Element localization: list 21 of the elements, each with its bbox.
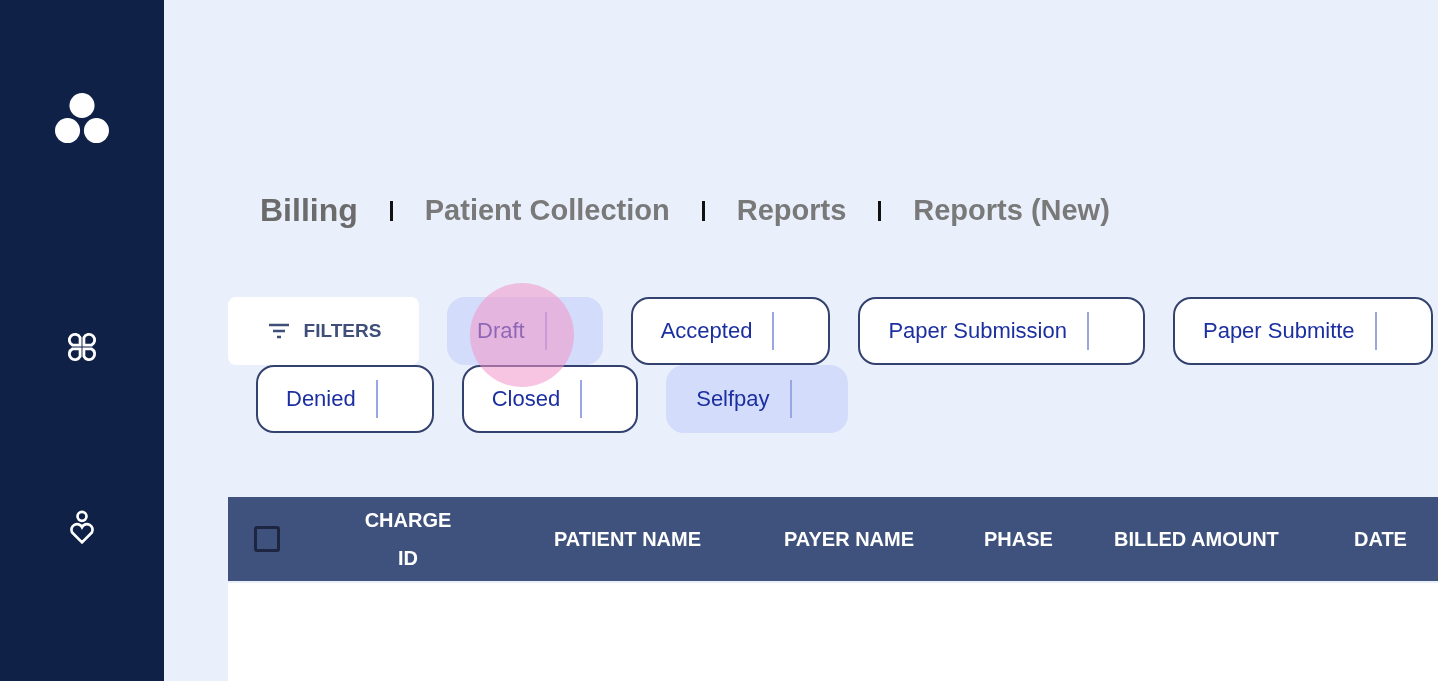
column-header[interactable]: PATIENT NAME xyxy=(554,527,702,551)
logo-icon xyxy=(53,92,111,146)
column-header[interactable]: PAYER NAME xyxy=(784,527,915,551)
nav-tab[interactable]: Billing xyxy=(260,192,358,229)
status-chip[interactable]: Selfpay xyxy=(666,365,848,433)
status-chip[interactable]: Paper Submission xyxy=(858,297,1145,365)
column-header[interactable]: DATE xyxy=(1354,527,1407,551)
nav-tab[interactable]: Reports xyxy=(736,194,847,227)
status-chip[interactable]: Paper Submitte xyxy=(1172,297,1433,365)
column-header[interactable]: BILLED AMOUNT xyxy=(1114,527,1279,551)
nav-tab[interactable]: Patient Collection xyxy=(424,194,670,227)
column-header[interactable]: PHASE xyxy=(984,527,1053,551)
nav-tab[interactable]: Reports (New) xyxy=(913,194,1110,227)
column-header[interactable]: CHARGE ID xyxy=(358,501,458,577)
select-all-checkbox[interactable] xyxy=(254,526,280,552)
status-chip[interactable]: Closed xyxy=(461,365,639,433)
status-chip[interactable]: Accepted xyxy=(630,297,831,365)
status-chip[interactable]: Denied xyxy=(256,365,434,433)
clover-icon[interactable] xyxy=(65,330,99,364)
filters-button[interactable]: FILTERS xyxy=(228,297,419,365)
person-heart-icon[interactable] xyxy=(68,510,96,546)
